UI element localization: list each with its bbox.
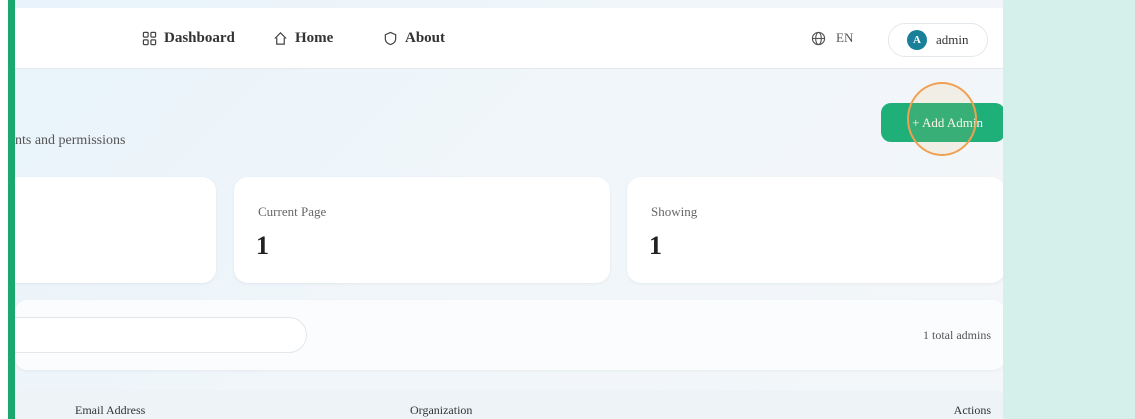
column-header-organization[interactable]: Organization bbox=[410, 403, 472, 418]
user-menu-button[interactable]: A admin bbox=[888, 23, 988, 57]
stat-card-total bbox=[15, 177, 216, 283]
table-header: Email Address Organization Actions bbox=[15, 390, 1003, 419]
main-content: Dashboard Home About EN A admin nts and … bbox=[15, 0, 1003, 419]
language-selector[interactable]: EN bbox=[811, 8, 853, 68]
page-subtitle: nts and permissions bbox=[15, 133, 126, 148]
nav-about-label: About bbox=[405, 29, 446, 46]
nav-home-label: Home bbox=[295, 29, 334, 46]
column-header-email[interactable]: Email Address bbox=[75, 403, 145, 418]
user-name: admin bbox=[936, 32, 969, 47]
side-panel bbox=[1003, 0, 1135, 419]
column-header-actions: Actions bbox=[953, 403, 991, 417]
avatar: A bbox=[907, 30, 927, 50]
nav-dashboard[interactable]: Dashboard bbox=[142, 8, 235, 68]
stat-card-showing: Showing 1 bbox=[627, 177, 1003, 283]
top-navbar: Dashboard Home About EN A admin bbox=[15, 8, 1003, 69]
stat-card-current-page: Current Page 1 bbox=[234, 177, 610, 283]
language-label: EN bbox=[836, 30, 854, 45]
nav-about[interactable]: About bbox=[383, 8, 445, 68]
dashboard-grid-icon bbox=[142, 31, 157, 45]
search-panel: 1 total admins bbox=[15, 300, 1003, 370]
total-admins-count: 1 total admins bbox=[923, 328, 991, 342]
accent-bar bbox=[8, 0, 15, 419]
stat-label: Showing bbox=[651, 204, 698, 219]
home-icon bbox=[274, 31, 287, 45]
about-shield-icon bbox=[384, 31, 397, 45]
stat-value: 1 bbox=[256, 231, 269, 260]
add-admin-button[interactable]: + Add Admin bbox=[881, 103, 1003, 142]
stat-value: 1 bbox=[649, 231, 662, 260]
stat-label: Current Page bbox=[258, 204, 327, 219]
nav-dashboard-label: Dashboard bbox=[164, 29, 235, 46]
window-edge bbox=[0, 0, 8, 419]
nav-home[interactable]: Home bbox=[273, 8, 333, 68]
globe-icon bbox=[811, 31, 826, 45]
search-input[interactable] bbox=[15, 317, 307, 353]
